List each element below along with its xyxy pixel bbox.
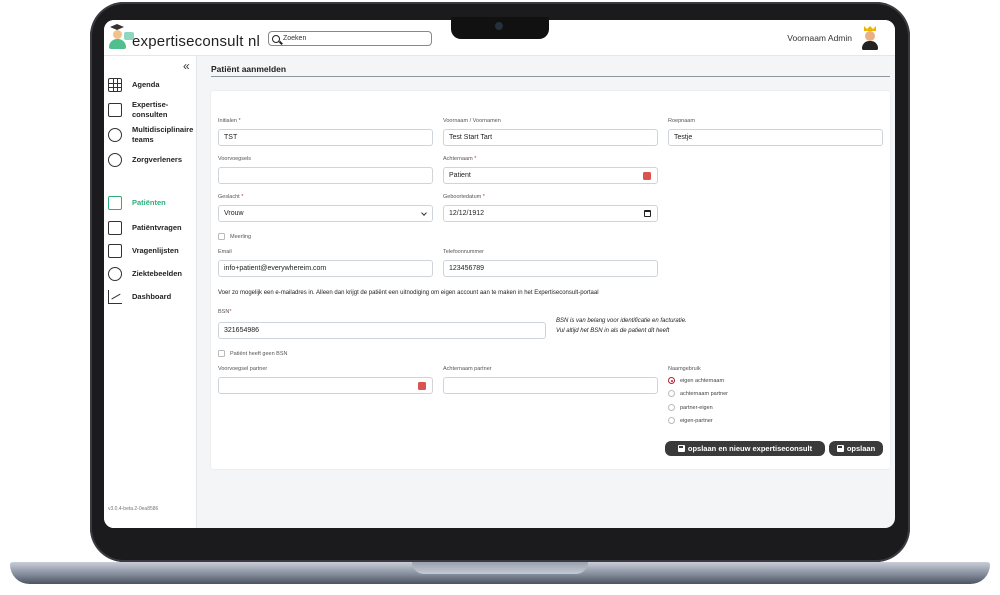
geslacht-select[interactable]: Vrouw (218, 205, 433, 222)
doctor-icon (108, 153, 122, 167)
app-screen: expertiseconsult nl Zoeken Voornaam Admi… (104, 20, 895, 528)
email-label: Email (218, 249, 232, 255)
sidebar-item-ziektebeelden[interactable]: Ziektebeelden (108, 267, 182, 281)
naamgebruik-label: Naamgebruik (668, 366, 701, 372)
radio[interactable] (668, 417, 675, 424)
achternaam-partner-input[interactable] (443, 377, 658, 394)
sidebar-item-expertise-consulten[interactable]: Expertise-consulten (108, 100, 177, 120)
search-placeholder: Zoeken (283, 35, 307, 42)
search-input[interactable]: Zoeken (268, 31, 432, 46)
sidebar-item-patienten[interactable]: Patiënten (108, 196, 166, 210)
form-edit-icon (108, 244, 122, 258)
camera-notch (451, 17, 549, 39)
voorvoegsels-input[interactable] (218, 167, 433, 184)
naamgebruik-option-eigen-partner[interactable]: eigen-partner (668, 417, 713, 424)
voorvoegsel-partner-label: Voorvoegsel partner (218, 366, 268, 372)
geslacht-label: Geslacht * (218, 194, 244, 200)
meerling-checkbox-row[interactable]: Meerling (218, 233, 251, 240)
collapse-sidebar-icon[interactable]: « (183, 59, 190, 73)
bsn-hint-line-1: BSN is van belang voor identificatie en … (556, 318, 687, 324)
bsn-label: BSN* (218, 309, 232, 315)
sidebar-item-label: Zorgverleners (132, 155, 183, 164)
achternaam-partner-label: Achternaam partner (443, 366, 492, 372)
sidebar-item-label: Patiëntvragen (132, 223, 182, 232)
save-icon (677, 445, 685, 452)
password-manager-icon[interactable] (418, 382, 426, 390)
telefoon-input[interactable]: 123456789 (443, 260, 658, 277)
voorvoegsel-partner-input[interactable] (218, 377, 433, 394)
user-name[interactable]: Voornaam Admin (787, 33, 852, 43)
naamgebruik-option-eigen-achternaam[interactable]: eigen achternaam (668, 377, 724, 384)
title-divider (211, 76, 890, 77)
password-manager-icon[interactable] (643, 172, 651, 180)
initialen-input[interactable]: TST (218, 129, 433, 146)
radio-selected[interactable] (668, 377, 675, 384)
save-icon (836, 445, 844, 452)
version-label: v3.0.4-beta.2-0ea8586 (108, 506, 159, 512)
logo-icon (108, 24, 134, 50)
geboortedatum-input[interactable]: 12/12/1912 (443, 205, 658, 222)
email-info-text: Voer zo mogelijk een e-mailadres in. All… (218, 290, 599, 296)
sidebar-item-label: Dashboard (132, 292, 172, 301)
calendar-icon[interactable] (644, 210, 651, 217)
sidebar-item-label: Patiënten (132, 198, 166, 207)
meerling-checkbox[interactable] (218, 233, 225, 240)
sidebar-item-label: Vragenlijsten (132, 246, 179, 255)
bsn-hint-line-2: Vul altijd het BSN in als de patient dit… (556, 328, 670, 334)
sidebar-item-agenda[interactable]: Agenda (108, 78, 160, 92)
geen-bsn-checkbox-row[interactable]: Patiënt heeft geen BSN (218, 350, 287, 357)
save-and-new-button[interactable]: opslaan en nieuw expertiseconsult (665, 441, 825, 456)
search-icon (272, 34, 280, 43)
achternaam-label: Achternaam * (443, 156, 477, 162)
initialen-label: Initialen * (218, 118, 241, 124)
save-button[interactable]: opslaan (829, 441, 883, 456)
team-icon (108, 128, 122, 142)
meerling-label: Meerling (230, 233, 252, 240)
geboortedatum-label: Geboortedatum * (443, 194, 485, 200)
geboortedatum-value: 12/12/1912 (449, 210, 485, 217)
sidebar-item-zorgverleners[interactable]: Zorgverleners (108, 153, 182, 167)
network-icon (108, 267, 122, 281)
patient-form-card: Initialen * TST Voornaam / Voornamen Tes… (211, 91, 890, 469)
sidebar-item-label: Expertise-consulten (132, 100, 169, 119)
sidebar-item-label: Ziektebeelden (132, 269, 183, 278)
sidebar-item-multidisciplinaire-teams[interactable]: Multidisciplinaire teams (108, 125, 196, 145)
roepnaam-label: Roepnaam (668, 118, 695, 124)
logo-text: expertiseconsult nl (132, 32, 261, 50)
sidebar: « Agenda Expertise-consulten Multidiscip… (104, 56, 197, 528)
roepnaam-input[interactable]: Testje (668, 129, 883, 146)
sidebar-item-vragenlijsten[interactable]: Vragenlijsten (108, 244, 179, 258)
achternaam-input[interactable]: Patient (443, 167, 658, 184)
patient-icon (108, 196, 122, 210)
voornaam-label: Voornaam / Voornamen (443, 118, 501, 124)
sidebar-item-label: Agenda (132, 80, 160, 89)
page-title: Patiënt aanmelden (211, 64, 287, 74)
calendar-icon (108, 78, 122, 92)
telefoon-label: Telefoonnummer (443, 249, 484, 255)
sidebar-item-dashboard[interactable]: Dashboard (108, 290, 171, 304)
avatar[interactable] (861, 26, 879, 50)
radio[interactable] (668, 390, 675, 397)
radio[interactable] (668, 404, 675, 411)
sidebar-item-label: Multidisciplinaire teams (132, 125, 194, 144)
chevron-down-icon (421, 210, 427, 216)
voornaam-input[interactable]: Test Start Tart (443, 129, 658, 146)
email-field[interactable]: info+patient@everywhereim.com (218, 260, 433, 277)
bsn-input[interactable]: 321654986 (218, 322, 546, 339)
naamgebruik-option-partner-eigen[interactable]: partner-eigen (668, 404, 713, 411)
laptop-base-groove (412, 562, 588, 574)
voorvoegsels-label: Voorvoegsels (218, 156, 252, 162)
geen-bsn-checkbox[interactable] (218, 350, 225, 357)
chat-icon (108, 221, 122, 235)
geslacht-value: Vrouw (224, 210, 244, 217)
sidebar-item-patientvragen[interactable]: Patiëntvragen (108, 221, 182, 235)
logo[interactable]: expertiseconsult nl (108, 24, 260, 50)
geen-bsn-label: Patiënt heeft geen BSN (230, 350, 288, 357)
medical-kit-icon (108, 103, 122, 117)
achternaam-value: Patient (449, 172, 471, 179)
naamgebruik-option-achternaam-partner[interactable]: achternaam partner (668, 390, 728, 397)
line-chart-icon (108, 290, 122, 304)
